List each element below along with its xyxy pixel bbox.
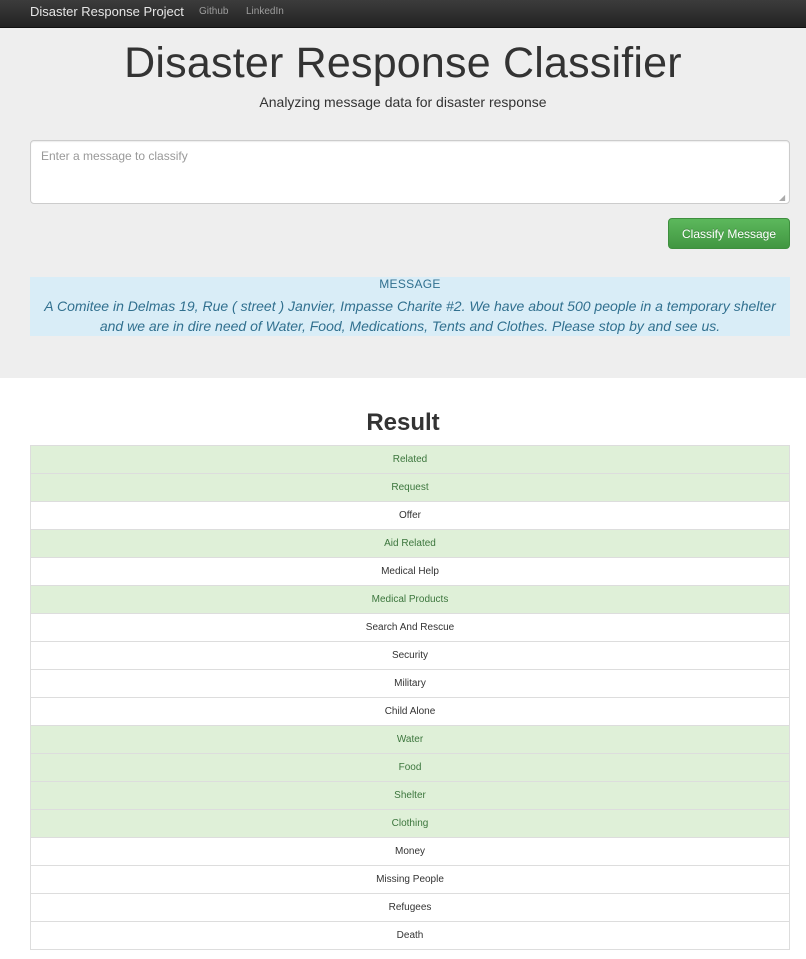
jumbotron: Disaster Response Classifier Analyzing m… bbox=[0, 28, 806, 378]
result-row: Clothing bbox=[30, 810, 790, 838]
result-title: Result bbox=[366, 409, 440, 436]
result-row: Offer bbox=[30, 502, 790, 530]
message-text: A Comitee in Delmas 19, Rue ( street ) J… bbox=[44, 298, 776, 334]
result-row: Aid Related bbox=[30, 530, 790, 558]
result-row: Search And Rescue bbox=[30, 614, 790, 642]
result-row: Security bbox=[30, 642, 790, 670]
result-row: Medical Products bbox=[30, 586, 790, 614]
result-list: Related Request Offer Aid Related Medical He… bbox=[30, 445, 790, 950]
resize-handle-icon[interactable]: ◢ bbox=[779, 194, 787, 202]
result-row: Shelter bbox=[30, 782, 790, 810]
nav-link-linkedin[interactable]: LinkedIn bbox=[246, 6, 284, 17]
message-input[interactable] bbox=[30, 140, 790, 204]
result-row: Medical Help bbox=[30, 558, 790, 586]
result-row: Request bbox=[30, 474, 790, 502]
result-row: Money bbox=[30, 838, 790, 866]
result-row: Death bbox=[30, 922, 790, 950]
page-subtitle: Analyzing message data for disaster resp… bbox=[259, 94, 547, 110]
message-panel: MESSAGE A Comitee in Delmas 19, Rue ( st… bbox=[30, 277, 790, 336]
result-row: Food bbox=[30, 754, 790, 782]
result-row: Water bbox=[30, 726, 790, 754]
result-row: Military bbox=[30, 670, 790, 698]
nav-link-github[interactable]: Github bbox=[199, 6, 228, 17]
navbar-brand[interactable]: Disaster Response Project bbox=[30, 4, 184, 19]
navbar: Disaster Response Project Github LinkedI… bbox=[0, 0, 806, 28]
message-label: MESSAGE bbox=[379, 277, 441, 291]
classify-message-button[interactable]: Classify Message bbox=[668, 218, 790, 249]
result-row: Related bbox=[30, 446, 790, 474]
result-row: Missing People bbox=[30, 866, 790, 894]
result-row: Child Alone bbox=[30, 698, 790, 726]
result-row: Refugees bbox=[30, 894, 790, 922]
page-title: Disaster Response Classifier bbox=[124, 39, 682, 87]
